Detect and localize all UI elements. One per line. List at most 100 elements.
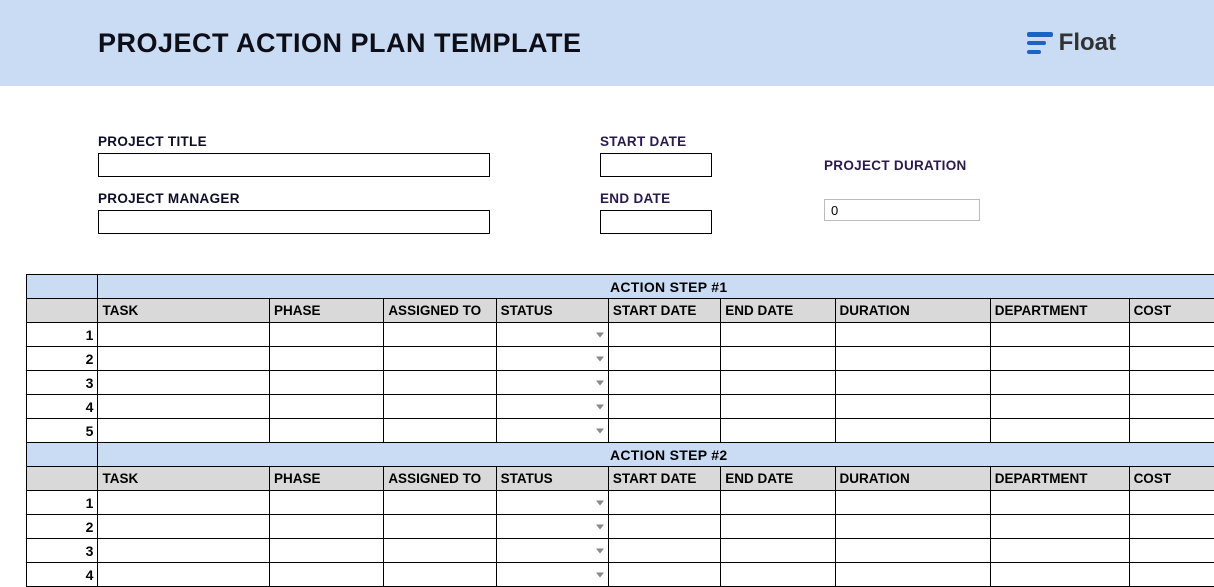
col-phase: PHASE: [269, 467, 383, 491]
cell-duration[interactable]: [835, 419, 990, 443]
cell-assigned-to[interactable]: [384, 347, 496, 371]
cell-duration[interactable]: [835, 371, 990, 395]
cell-status[interactable]: [496, 539, 608, 563]
cell-task[interactable]: [98, 515, 270, 539]
cell-end-date[interactable]: [721, 563, 835, 587]
cell-task[interactable]: [98, 419, 270, 443]
cell-status[interactable]: [496, 515, 608, 539]
project-title-input[interactable]: [98, 153, 490, 177]
col-end-date: END DATE: [721, 299, 835, 323]
cell-duration[interactable]: [835, 515, 990, 539]
cell-department[interactable]: [990, 515, 1129, 539]
cell-phase[interactable]: [269, 371, 383, 395]
cell-start-date[interactable]: [608, 347, 720, 371]
cell-cost[interactable]: [1129, 563, 1214, 587]
cell-task[interactable]: [98, 395, 270, 419]
cell-end-date[interactable]: [721, 515, 835, 539]
chevron-down-icon: [596, 332, 604, 337]
cell-phase[interactable]: [269, 563, 383, 587]
cell-start-date[interactable]: [608, 323, 720, 347]
cell-phase[interactable]: [269, 323, 383, 347]
cell-cost[interactable]: [1129, 395, 1214, 419]
cell-phase[interactable]: [269, 515, 383, 539]
cell-task[interactable]: [98, 347, 270, 371]
cell-end-date[interactable]: [721, 347, 835, 371]
cell-start-date[interactable]: [608, 491, 720, 515]
cell-cost[interactable]: [1129, 539, 1214, 563]
cell-duration[interactable]: [835, 347, 990, 371]
cell-cost[interactable]: [1129, 419, 1214, 443]
cell-assigned-to[interactable]: [384, 323, 496, 347]
cell-task[interactable]: [98, 539, 270, 563]
cell-end-date[interactable]: [721, 419, 835, 443]
cell-end-date[interactable]: [721, 539, 835, 563]
cell-cost[interactable]: [1129, 371, 1214, 395]
cell-start-date[interactable]: [608, 539, 720, 563]
row-number: 2: [27, 515, 98, 539]
cell-task[interactable]: [98, 491, 270, 515]
cell-cost[interactable]: [1129, 323, 1214, 347]
cell-duration[interactable]: [835, 395, 990, 419]
cell-status[interactable]: [496, 371, 608, 395]
cell-department[interactable]: [990, 539, 1129, 563]
cell-department[interactable]: [990, 395, 1129, 419]
cell-duration[interactable]: [835, 491, 990, 515]
cell-end-date[interactable]: [721, 395, 835, 419]
project-duration-input[interactable]: [824, 199, 980, 221]
cell-start-date[interactable]: [608, 515, 720, 539]
cell-end-date[interactable]: [721, 491, 835, 515]
cell-phase[interactable]: [269, 539, 383, 563]
cell-status[interactable]: [496, 395, 608, 419]
col-end-date: END DATE: [721, 467, 835, 491]
chevron-down-icon: [596, 524, 604, 529]
cell-status[interactable]: [496, 491, 608, 515]
cell-cost[interactable]: [1129, 491, 1214, 515]
page-title: PROJECT ACTION PLAN TEMPLATE: [98, 28, 582, 59]
cell-phase[interactable]: [269, 395, 383, 419]
chevron-down-icon: [596, 356, 604, 361]
cell-status[interactable]: [496, 419, 608, 443]
cell-phase[interactable]: [269, 347, 383, 371]
project-manager-label: PROJECT MANAGER: [98, 191, 600, 206]
cell-duration[interactable]: [835, 563, 990, 587]
section-row: ACTION STEP #2: [27, 443, 1214, 467]
row-number: 3: [27, 539, 98, 563]
cell-phase[interactable]: [269, 491, 383, 515]
cell-status[interactable]: [496, 347, 608, 371]
cell-department[interactable]: [990, 323, 1129, 347]
start-date-input[interactable]: [600, 153, 712, 177]
cell-status[interactable]: [496, 323, 608, 347]
table-row: 1: [27, 491, 1214, 515]
cell-assigned-to[interactable]: [384, 563, 496, 587]
col-assigned-to: ASSIGNED TO: [384, 467, 496, 491]
cell-department[interactable]: [990, 419, 1129, 443]
cell-task[interactable]: [98, 563, 270, 587]
cell-assigned-to[interactable]: [384, 491, 496, 515]
cell-assigned-to[interactable]: [384, 371, 496, 395]
cell-assigned-to[interactable]: [384, 395, 496, 419]
cell-duration[interactable]: [835, 323, 990, 347]
cell-task[interactable]: [98, 371, 270, 395]
end-date-input[interactable]: [600, 210, 712, 234]
cell-cost[interactable]: [1129, 515, 1214, 539]
project-manager-input[interactable]: [98, 210, 490, 234]
cell-start-date[interactable]: [608, 395, 720, 419]
cell-start-date[interactable]: [608, 371, 720, 395]
cell-status[interactable]: [496, 563, 608, 587]
cell-end-date[interactable]: [721, 371, 835, 395]
cell-duration[interactable]: [835, 539, 990, 563]
cell-end-date[interactable]: [721, 323, 835, 347]
cell-department[interactable]: [990, 563, 1129, 587]
cell-department[interactable]: [990, 347, 1129, 371]
cell-task[interactable]: [98, 323, 270, 347]
cell-department[interactable]: [990, 491, 1129, 515]
cell-cost[interactable]: [1129, 347, 1214, 371]
chevron-down-icon: [596, 404, 604, 409]
cell-department[interactable]: [990, 371, 1129, 395]
cell-assigned-to[interactable]: [384, 539, 496, 563]
cell-assigned-to[interactable]: [384, 419, 496, 443]
cell-phase[interactable]: [269, 419, 383, 443]
cell-start-date[interactable]: [608, 563, 720, 587]
cell-start-date[interactable]: [608, 419, 720, 443]
cell-assigned-to[interactable]: [384, 515, 496, 539]
